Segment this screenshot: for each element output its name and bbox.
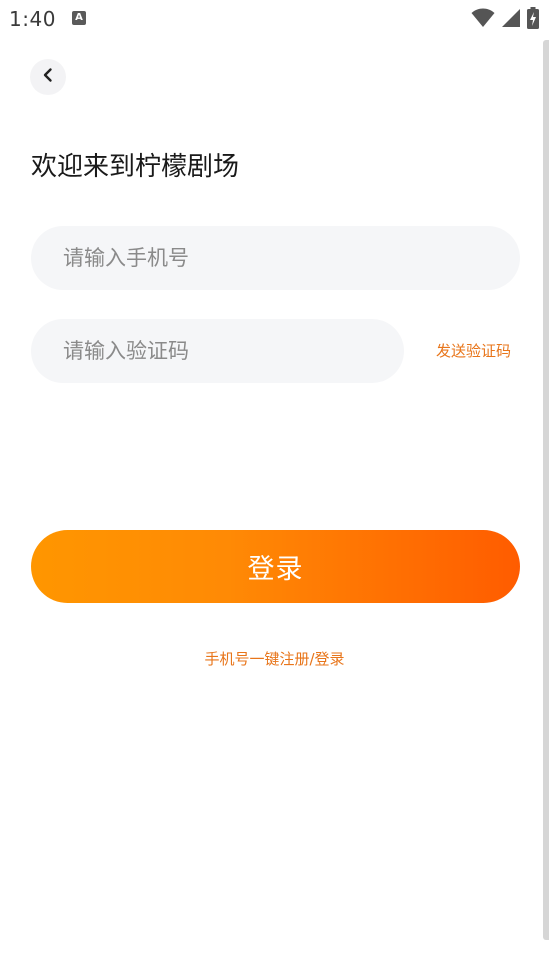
bottom-edge <box>0 949 549 977</box>
login-button[interactable]: 登录 <box>31 530 520 603</box>
status-bar: 1:40 A <box>0 0 549 38</box>
phone-input[interactable] <box>31 226 520 290</box>
signal-icon <box>501 8 521 28</box>
scrollbar <box>543 40 549 940</box>
back-button[interactable] <box>30 59 66 95</box>
a-icon: A <box>72 11 86 25</box>
oneclick-register-login-link[interactable]: 手机号一键注册/登录 <box>0 648 549 669</box>
login-screen: 1:40 A 欢迎来到柠檬剧场 发送验证码 登录 <box>0 0 549 977</box>
wifi-icon <box>471 8 495 28</box>
chevron-left-icon <box>42 67 54 87</box>
send-code-button[interactable]: 发送验证码 <box>436 340 511 361</box>
page-title: 欢迎来到柠檬剧场 <box>31 152 240 182</box>
status-icons <box>471 7 539 29</box>
status-time: 1:40 <box>9 7 56 31</box>
battery-charging-icon <box>527 7 539 29</box>
verification-code-input[interactable] <box>31 319 404 383</box>
